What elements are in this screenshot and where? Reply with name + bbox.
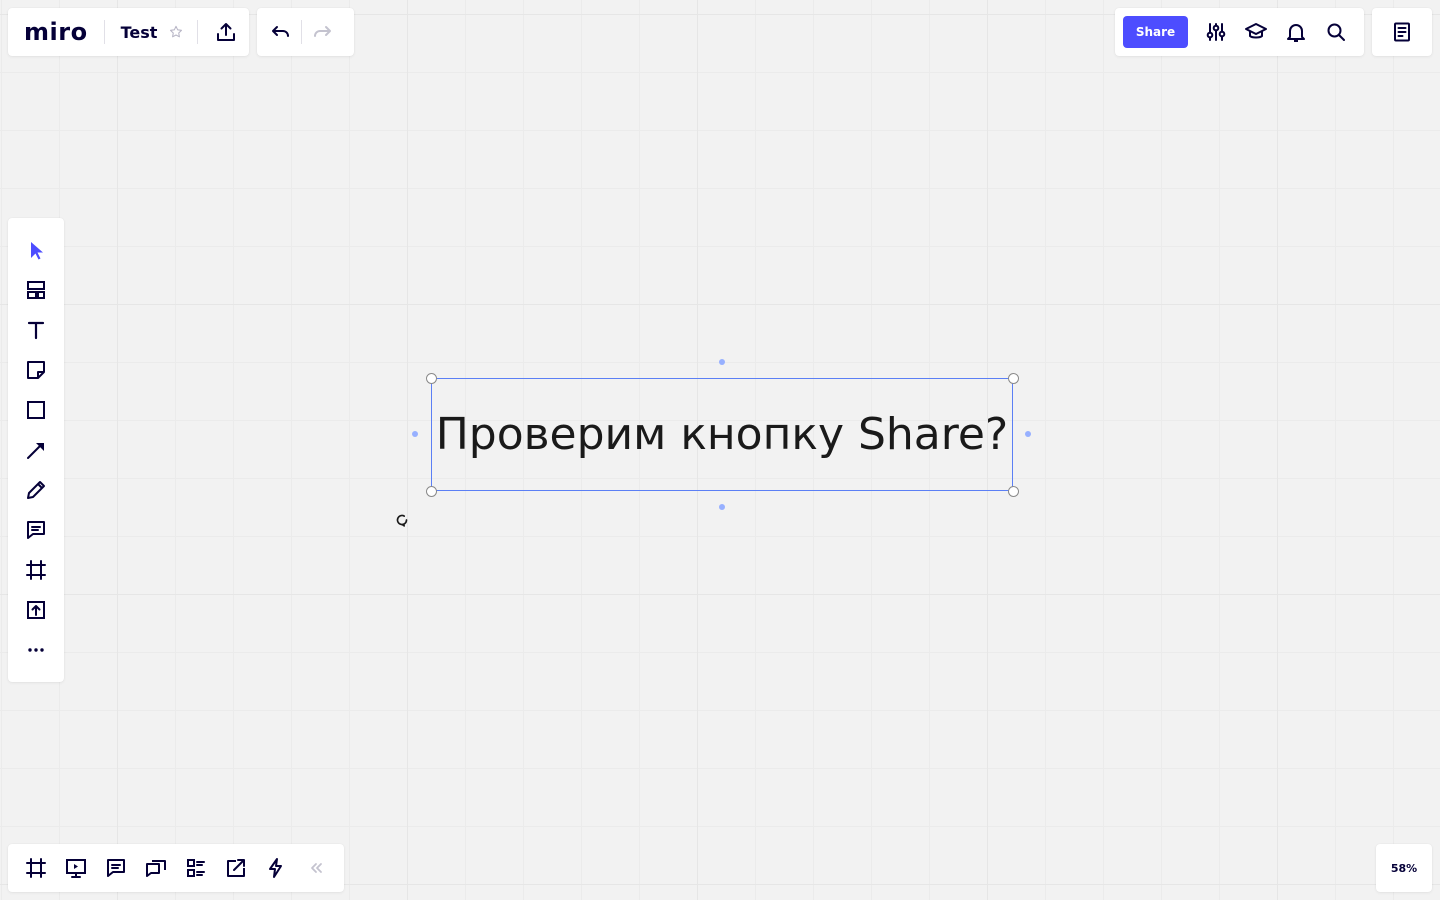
upload-icon <box>27 601 45 619</box>
sticky-note-icon <box>27 361 45 379</box>
screen-share-button[interactable] <box>216 848 256 888</box>
presentation-button[interactable] <box>56 848 96 888</box>
pen-tool[interactable] <box>8 470 64 510</box>
board-title[interactable]: Test <box>121 23 158 42</box>
templates-tool[interactable] <box>8 270 64 310</box>
frames-icon <box>26 858 46 878</box>
learning-button[interactable] <box>1236 12 1276 52</box>
connection-point[interactable] <box>412 431 418 437</box>
board-notes-button[interactable] <box>1382 12 1422 52</box>
select-tool[interactable] <box>8 230 64 270</box>
more-icon <box>28 648 44 652</box>
canvas-text[interactable]: Проверим кнопку Share? <box>436 409 1009 460</box>
connection-point[interactable] <box>719 359 725 365</box>
redo-icon <box>314 26 331 37</box>
collaboration-panel: Share <box>1115 8 1364 56</box>
rotate-icon[interactable] <box>393 511 411 529</box>
connection-point[interactable] <box>719 504 725 510</box>
arrow-icon <box>27 443 44 459</box>
redo-button[interactable] <box>302 12 342 52</box>
creation-toolbar <box>8 218 64 682</box>
collapse-button[interactable] <box>296 848 336 888</box>
history-panel <box>257 8 354 56</box>
search-icon <box>1327 23 1345 41</box>
notes-panel <box>1372 8 1432 56</box>
settings-button[interactable] <box>1196 12 1236 52</box>
screen-share-icon <box>227 859 245 877</box>
video-chat-button[interactable] <box>136 848 176 888</box>
board-panel: miro Test <box>8 8 249 56</box>
graduation-cap-icon <box>1245 23 1267 39</box>
zoom-control[interactable]: 58% <box>1376 844 1432 892</box>
comments-button[interactable] <box>96 848 136 888</box>
resize-handle[interactable] <box>1007 485 1019 497</box>
video-chat-icon <box>146 860 166 877</box>
divider <box>103 20 105 44</box>
lightning-icon <box>269 858 282 878</box>
frame-tool[interactable] <box>8 550 64 590</box>
text-icon <box>27 321 45 340</box>
undo-icon <box>272 26 289 37</box>
frames-button[interactable] <box>16 848 56 888</box>
shape-tool[interactable] <box>8 390 64 430</box>
notes-icon <box>1394 22 1410 42</box>
comment-icon <box>27 521 45 539</box>
presentation-icon <box>66 859 86 878</box>
export-button[interactable] <box>206 12 246 52</box>
resize-handle[interactable] <box>425 485 437 497</box>
miro-logo[interactable]: miro <box>24 18 88 46</box>
line-tool[interactable] <box>8 430 64 470</box>
share-button[interactable]: Share <box>1123 16 1188 48</box>
star-icon[interactable] <box>167 23 185 41</box>
comments-icon <box>107 859 125 877</box>
frame-icon <box>26 560 46 580</box>
sliders-icon <box>1206 23 1226 41</box>
square-icon <box>27 401 45 419</box>
bottom-toolbar <box>8 844 344 892</box>
comment-tool[interactable] <box>8 510 64 550</box>
search-button[interactable] <box>1316 12 1356 52</box>
resize-handle[interactable] <box>425 372 437 384</box>
notifications-button[interactable] <box>1276 12 1316 52</box>
zoom-level: 58% <box>1390 861 1418 875</box>
pen-icon <box>27 481 45 499</box>
more-tools-button[interactable] <box>8 630 64 670</box>
templates-icon <box>27 281 45 299</box>
divider <box>197 20 199 44</box>
selected-text-object[interactable]: Проверим кнопку Share? <box>425 372 1019 497</box>
undo-button[interactable] <box>261 12 301 52</box>
text-tool[interactable] <box>8 310 64 350</box>
sticky-note-tool[interactable] <box>8 350 64 390</box>
cards-icon <box>187 859 205 877</box>
upload-tool[interactable] <box>8 590 64 630</box>
chevron-double-left-icon <box>311 863 322 873</box>
connection-point[interactable] <box>1025 431 1031 437</box>
apps-button[interactable] <box>256 848 296 888</box>
bell-icon <box>1287 24 1305 42</box>
cards-button[interactable] <box>176 848 216 888</box>
upload-icon <box>217 23 236 41</box>
resize-handle[interactable] <box>1007 372 1019 384</box>
cursor-icon <box>31 242 43 260</box>
